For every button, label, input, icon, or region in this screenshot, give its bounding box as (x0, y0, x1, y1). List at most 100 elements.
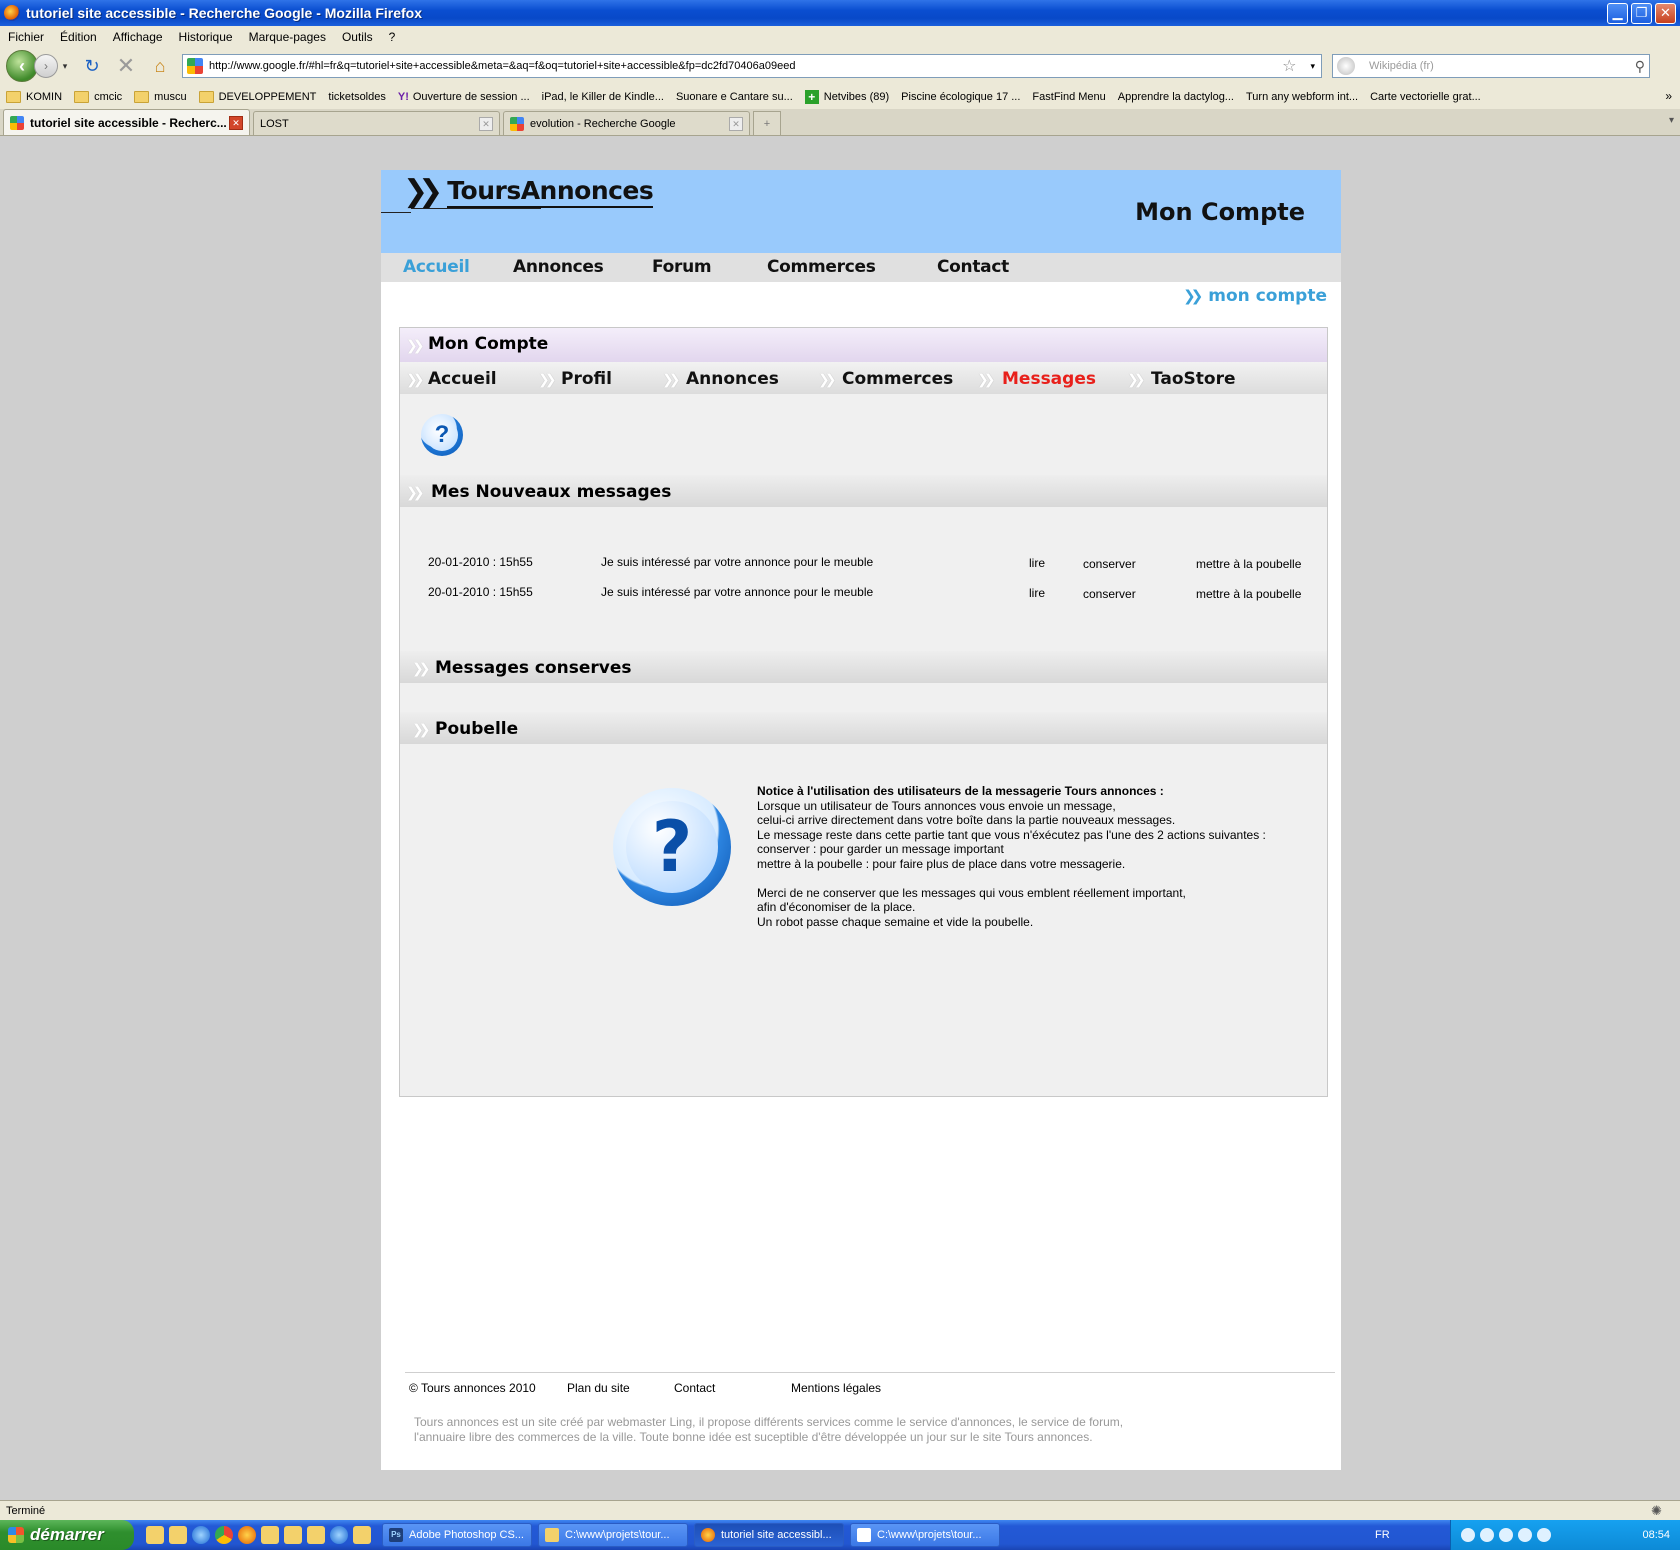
menu-marque-pages[interactable]: Marque-pages (249, 30, 326, 44)
taskbar-firefox[interactable]: tutoriel site accessibl... (694, 1523, 844, 1547)
tray-icon[interactable] (1461, 1528, 1475, 1542)
nav-annonces[interactable]: Annonces (513, 257, 604, 277)
tab-close-icon[interactable]: ✕ (229, 115, 243, 130)
folder-icon[interactable] (353, 1526, 371, 1544)
windows-flag-icon (8, 1527, 24, 1543)
message-row: 20-01-2010 : 15h55 Je suis intéressé par… (400, 555, 1327, 575)
subnav-taostore[interactable]: TaoStore (1151, 369, 1236, 389)
app-icon[interactable] (307, 1526, 325, 1544)
bookmark-ticketsoldes[interactable]: ticketsoldes (328, 91, 385, 103)
restore-button[interactable]: ❐ (1631, 2, 1652, 24)
ie-icon[interactable] (192, 1526, 210, 1544)
tab-list-icon[interactable]: ▾ (1669, 115, 1674, 126)
menu-historique[interactable]: Historique (179, 30, 233, 44)
trash-link[interactable]: mettre à la poubelle (1196, 587, 1301, 601)
bookmark-ouverture[interactable]: Y! Ouverture de session ... (398, 91, 530, 103)
tab-evolution[interactable]: evolution - Recherche Google ✕ (503, 111, 750, 135)
bookmark-suonare[interactable]: Suonare e Cantare su... (676, 91, 793, 103)
bookmark-webform[interactable]: Turn any webform int... (1246, 91, 1358, 103)
footer-plan-link[interactable]: Plan du site (567, 1381, 630, 1395)
bookmark-ipad[interactable]: iPad, le Killer de Kindle... (542, 91, 664, 103)
message-subject[interactable]: Je suis intéressé par votre annonce pour… (601, 585, 873, 599)
nav-accueil[interactable]: Accueil (403, 257, 470, 277)
keep-link[interactable]: conserver (1083, 587, 1136, 601)
search-icon[interactable]: ⚲ (1635, 58, 1645, 75)
subnav-commerces[interactable]: Commerces (842, 369, 953, 389)
tab-close-icon[interactable]: ✕ (479, 116, 493, 131)
breadcrumb[interactable]: ❯❯ mon compte (1183, 286, 1327, 306)
forward-button[interactable]: › (34, 54, 58, 78)
folder-icon[interactable] (169, 1526, 187, 1544)
bookmark-cmcic[interactable]: cmcic (74, 91, 122, 103)
ie-icon[interactable] (330, 1526, 348, 1544)
message-subject[interactable]: Je suis intéressé par votre annonce pour… (601, 555, 873, 569)
tab-lost[interactable]: LOST ✕ (253, 111, 500, 293)
menu-fichier[interactable]: Fichier (8, 30, 44, 44)
folder-icon[interactable] (146, 1526, 164, 1544)
search-placeholder[interactable]: Wikipédia (fr) (1369, 60, 1635, 72)
bookmark-muscu[interactable]: muscu (134, 91, 187, 103)
tray-icon[interactable] (1499, 1528, 1513, 1542)
bookmark-dactylo[interactable]: Apprendre la dactylog... (1118, 91, 1234, 103)
navigation-toolbar: ‹ › ▾ ↻ ✕ ⌂ http://www.google.fr/#hl=fr&… (0, 47, 1680, 85)
subnav-messages[interactable]: Messages (1002, 369, 1096, 389)
tray-icon[interactable] (1480, 1528, 1494, 1542)
document-icon (857, 1528, 871, 1542)
address-bar[interactable]: http://www.google.fr/#hl=fr&q=tutoriel+s… (182, 54, 1322, 78)
folder-icon (6, 91, 21, 103)
bookmark-star-icon[interactable]: ☆ (1282, 56, 1296, 76)
menu-outils[interactable]: Outils (342, 30, 373, 44)
subnav-accueil[interactable]: Accueil (428, 369, 497, 389)
start-button[interactable]: démarrer (0, 1520, 134, 1550)
search-box[interactable]: Wikipédia (fr) ⚲ (1332, 54, 1650, 78)
url-text[interactable]: http://www.google.fr/#hl=fr&q=tutoriel+s… (209, 60, 1282, 72)
dropdown-icon[interactable]: ▾ (60, 54, 70, 78)
folder-icon (74, 91, 90, 103)
firefox-icon[interactable] (238, 1526, 256, 1544)
read-link[interactable]: lire (1029, 586, 1045, 600)
subnav-annonces[interactable]: Annonces (686, 369, 779, 389)
msn-icon[interactable] (261, 1526, 279, 1544)
tab-close-icon[interactable]: ✕ (729, 116, 743, 131)
home-icon[interactable]: ⌂ (148, 54, 172, 78)
nav-commerces[interactable]: Commerces (767, 257, 876, 277)
bookmark-komin[interactable]: KOMIN (6, 91, 62, 103)
bookmark-developpement[interactable]: DEVELOPPEMENT (198, 91, 316, 103)
stop-icon[interactable]: ✕ (114, 53, 138, 78)
section-new-messages: ❯❯ Mes Nouveaux messages (400, 475, 1327, 507)
chrome-icon[interactable] (215, 1526, 233, 1544)
minimize-button[interactable]: ▁ (1607, 2, 1628, 24)
site-logo[interactable]: ❯❯ ToursAnnonces (403, 174, 654, 209)
bookmark-fastfind[interactable]: FastFind Menu (1032, 91, 1105, 103)
taskbar-editor[interactable]: C:\www\projets\tour... (850, 1523, 1000, 1547)
nav-forum[interactable]: Forum (652, 257, 712, 277)
bookmarks-overflow-icon[interactable]: » (1665, 89, 1672, 103)
keep-link[interactable]: conserver (1083, 557, 1136, 571)
network-icon[interactable] (284, 1526, 302, 1544)
footer-mentions-link[interactable]: Mentions légales (791, 1381, 881, 1395)
reload-icon[interactable]: ↻ (80, 54, 104, 78)
menu-edition[interactable]: Édition (60, 30, 97, 44)
tray-icon[interactable] (1537, 1528, 1551, 1542)
taskbar-photoshop[interactable]: Ps Adobe Photoshop CS... (382, 1523, 532, 1547)
nav-contact[interactable]: Contact (937, 257, 1009, 277)
bookmark-carte[interactable]: Carte vectorielle grat... (1370, 91, 1481, 103)
menu-help[interactable]: ? (389, 30, 396, 44)
read-link[interactable]: lire (1029, 556, 1045, 570)
wikipedia-icon[interactable] (1337, 57, 1355, 75)
addon-icon[interactable]: ✺ (1651, 1503, 1662, 1519)
taskbar-folder[interactable]: C:\www\projets\tour... (538, 1523, 688, 1547)
menu-affichage[interactable]: Affichage (113, 30, 163, 44)
tray-icon[interactable] (1518, 1528, 1532, 1542)
new-tab-button[interactable]: + (753, 111, 781, 135)
help-icon[interactable]: ? (421, 414, 463, 456)
url-dropdown-icon[interactable]: ▾ (1310, 61, 1315, 72)
footer-contact-link[interactable]: Contact (674, 1381, 715, 1395)
close-button[interactable]: ✕ (1655, 2, 1676, 24)
tab-tutoriel[interactable]: tutoriel site accessible - Recherc... ✕ (3, 109, 250, 135)
subnav-profil[interactable]: Profil (561, 369, 612, 389)
bookmark-piscine[interactable]: Piscine écologique 17 ... (901, 91, 1020, 103)
trash-link[interactable]: mettre à la poubelle (1196, 557, 1301, 571)
language-indicator[interactable]: FR (1375, 1529, 1390, 1541)
bookmark-netvibes[interactable]: + Netvibes (89) (804, 90, 889, 104)
